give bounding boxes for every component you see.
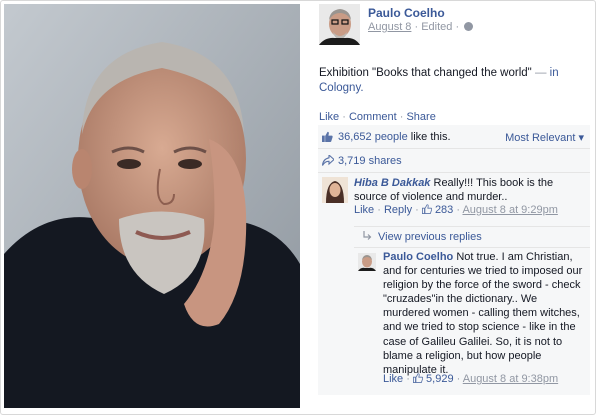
shares-row: 3,719 shares bbox=[318, 149, 590, 173]
commenter-avatar[interactable] bbox=[322, 177, 348, 203]
likes-count-link[interactable]: 36,652 people bbox=[338, 131, 408, 143]
share-link[interactable]: Share bbox=[406, 111, 435, 123]
shares-link[interactable]: 3,719 shares bbox=[338, 155, 402, 167]
commenter-name[interactable]: Hiba B Dakkak bbox=[354, 177, 430, 189]
like-link[interactable]: Like bbox=[319, 111, 339, 123]
globe-icon[interactable] bbox=[464, 22, 474, 31]
post-author-name[interactable]: Paulo Coelho bbox=[368, 6, 445, 20]
author-avatar[interactable] bbox=[319, 4, 360, 45]
sort-dropdown[interactable]: Most Relevant ▾ bbox=[505, 131, 584, 144]
ufi-panel: 36,652 people like this. Most Relevant ▾… bbox=[318, 125, 590, 395]
reply-author-avatar[interactable] bbox=[358, 253, 376, 271]
thumbs-up-icon bbox=[412, 373, 423, 383]
reply-text: Not true. I am Christian, and for centur… bbox=[383, 251, 583, 376]
reply-item: Paulo Coelho Not true. I am Christian, a… bbox=[354, 248, 590, 395]
comment-likes-count[interactable]: 283 bbox=[435, 204, 453, 216]
post-header: Paulo Coelho August 8 · Edited · bbox=[318, 4, 590, 48]
author-portrait-image bbox=[4, 4, 300, 408]
reply-author-name[interactable]: Paulo Coelho bbox=[383, 251, 453, 263]
likes-row: 36,652 people like this. Most Relevant ▾ bbox=[318, 125, 590, 149]
view-previous-replies[interactable]: View previous replies bbox=[354, 226, 590, 248]
reply-meta: Like · 5,929 · August 8 at 9:38pm bbox=[383, 373, 559, 385]
reply-body: Paulo Coelho Not true. I am Christian, a… bbox=[383, 250, 585, 377]
comment-body: Hiba B Dakkak Really!!! This book is the… bbox=[354, 176, 586, 204]
post-actions: Like · Comment · Share bbox=[319, 111, 436, 123]
post-meta: August 8 · Edited · bbox=[368, 21, 474, 33]
action-separator: · bbox=[399, 111, 404, 123]
post-date[interactable]: August 8 bbox=[368, 21, 411, 33]
thumbs-up-icon bbox=[322, 131, 333, 142]
reply-likes-count[interactable]: 5,929 bbox=[426, 373, 454, 385]
post-message: Exhibition "Books that changed the world… bbox=[319, 67, 532, 79]
reply-timestamp[interactable]: August 8 at 9:38pm bbox=[463, 373, 558, 385]
action-separator: · bbox=[342, 111, 346, 123]
comment-timestamp[interactable]: August 8 at 9:29pm bbox=[462, 204, 557, 216]
post-in-word: in bbox=[549, 67, 559, 79]
post-edited[interactable]: Edited bbox=[421, 21, 452, 33]
meta-separator: · bbox=[455, 21, 460, 33]
reply-arrow-icon bbox=[363, 231, 372, 240]
likes-suffix: like this. bbox=[410, 131, 451, 143]
sort-label: Most Relevant bbox=[505, 132, 576, 144]
comment-reply-link[interactable]: Reply bbox=[384, 204, 412, 216]
likes-summary: 36,652 people like this. bbox=[338, 131, 451, 143]
post-location-link[interactable]: Cologny. bbox=[319, 82, 364, 94]
comment-link[interactable]: Comment bbox=[349, 111, 397, 123]
post-text: Exhibition "Books that changed the world… bbox=[319, 66, 587, 96]
view-previous-replies-label: View previous replies bbox=[378, 231, 482, 243]
post-photo[interactable] bbox=[4, 4, 300, 408]
post-pane: Paulo Coelho August 8 · Edited · Exhibit… bbox=[318, 4, 590, 123]
reply-like-link[interactable]: Like bbox=[383, 373, 403, 385]
chevron-down-icon: ▾ bbox=[578, 132, 584, 144]
share-arrow-icon bbox=[322, 155, 334, 166]
comment-like-link[interactable]: Like bbox=[354, 204, 374, 216]
thumbs-up-icon bbox=[421, 204, 432, 214]
meta-separator: · bbox=[414, 21, 419, 33]
comment-meta: Like · Reply · 283 · August 8 at 9:29pm bbox=[354, 204, 558, 216]
post-dash: — bbox=[534, 67, 547, 79]
